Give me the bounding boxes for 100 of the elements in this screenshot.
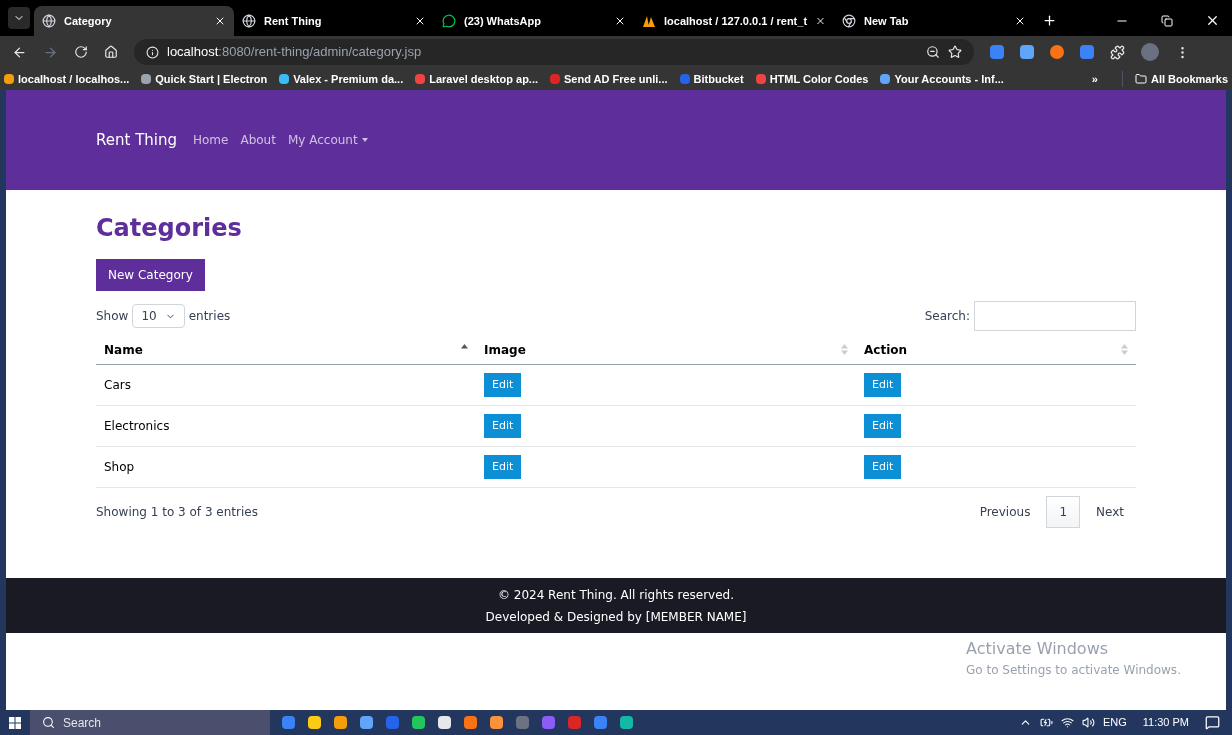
tab-title: New Tab — [864, 13, 910, 29]
table-cell-text: Cars — [103, 377, 132, 394]
tab-title: (23) WhatsApp — [464, 13, 542, 29]
bookmark-item[interactable]: Quick Start | Electron — [141, 70, 268, 88]
activation-title: Activate Windows — [966, 638, 1110, 660]
table-info: Showing 1 to 3 of 3 entries — [96, 504, 259, 521]
language-indicator[interactable]: ENG — [1102, 714, 1127, 731]
clock[interactable]: 11:30 PM — [1142, 714, 1189, 731]
search-icon — [42, 716, 55, 729]
more-bookmarks-button[interactable]: » — [1091, 70, 1098, 88]
nav-link[interactable]: Home — [193, 131, 229, 149]
app-icon[interactable] — [490, 716, 503, 729]
search-label: Search: — [924, 308, 970, 325]
edit-button[interactable]: Edit — [484, 414, 522, 438]
browser-tab[interactable]: Category — [34, 6, 234, 36]
taskbar-search[interactable]: Search — [30, 710, 270, 735]
close-icon[interactable] — [1014, 15, 1026, 27]
show-label: Show — [96, 308, 129, 325]
app-icon[interactable] — [334, 716, 347, 729]
close-icon[interactable] — [214, 15, 226, 27]
edit-button[interactable]: Edit — [864, 373, 902, 397]
tab-menu-button[interactable] — [8, 7, 30, 29]
app-icon[interactable] — [308, 716, 321, 729]
nav-link[interactable]: My Account — [287, 131, 368, 149]
reload-icon[interactable] — [74, 45, 88, 59]
chrome-icon — [842, 14, 856, 28]
bookmark-star-icon[interactable] — [948, 45, 962, 59]
table-cell-text: Electronics — [103, 418, 171, 435]
browser-tab[interactable]: Rent Thing — [234, 6, 434, 36]
globe-icon — [242, 14, 256, 28]
new-category-button[interactable]: New Category — [96, 259, 205, 291]
back-icon[interactable] — [12, 44, 27, 60]
pagination-button[interactable]: Next — [1084, 496, 1136, 528]
brand-link[interactable]: Rent Thing — [96, 128, 177, 152]
footer-text: Developed & Designed by [MEMBER NAME] — [485, 608, 747, 626]
url-text: localhost:8080/rent-thing/admin/category.jsp — [167, 43, 423, 62]
tab-title: Category — [64, 13, 113, 29]
extension-icon[interactable] — [1020, 45, 1034, 59]
app-icon[interactable] — [464, 716, 477, 729]
info-icon[interactable] — [146, 45, 159, 59]
activation-text: Go to Settings to activate Windows. — [966, 662, 1182, 679]
app-icon[interactable] — [594, 716, 607, 729]
bookmark-item[interactable]: Send AD Free unli... — [550, 70, 668, 88]
nav-link[interactable]: About — [240, 131, 276, 149]
battery-icon[interactable] — [1039, 716, 1053, 729]
pagination-button[interactable]: Previous — [967, 496, 1043, 528]
close-icon[interactable] — [614, 15, 626, 27]
pagination-button[interactable]: 1 — [1046, 496, 1081, 528]
all-bookmarks-button[interactable]: All Bookmarks — [1121, 70, 1228, 88]
close-icon[interactable] — [414, 15, 426, 27]
folder-icon — [1134, 73, 1147, 85]
edit-button[interactable]: Edit — [484, 455, 522, 479]
column-header[interactable]: Action — [856, 335, 1136, 364]
column-header[interactable]: Image — [476, 335, 856, 364]
windows-icon — [9, 716, 21, 729]
tab-title: Rent Thing — [264, 13, 323, 29]
wifi-icon[interactable] — [1060, 716, 1074, 729]
new-tab-icon[interactable] — [1042, 13, 1057, 28]
search-field[interactable] — [974, 301, 1136, 331]
caret-icon — [361, 138, 368, 142]
column-header[interactable]: Name — [96, 335, 476, 364]
bookmark-item[interactable]: Your Accounts - Inf... — [880, 70, 1004, 88]
close-window-icon[interactable] — [1205, 13, 1220, 28]
browser-tab[interactable]: localhost / 127.0.0.1 / rent_t — [634, 6, 834, 36]
tab-title: localhost / 127.0.0.1 / rent_t — [664, 13, 808, 29]
profile-avatar[interactable] — [1141, 43, 1159, 61]
footer-text: © 2024 Rent Thing. All rights reserved. — [497, 586, 735, 604]
bookmark-item[interactable]: Valex - Premium da... — [279, 70, 404, 88]
edit-button[interactable]: Edit — [484, 373, 522, 397]
browser-tab[interactable]: (23) WhatsApp — [434, 6, 634, 36]
notifications-icon[interactable] — [1205, 715, 1220, 730]
page-title: Categories — [96, 213, 243, 244]
bookmark-item[interactable]: HTML Color Codes — [755, 70, 869, 88]
extensions-icon[interactable] — [1110, 44, 1125, 60]
globe-icon — [42, 14, 56, 28]
edit-button[interactable]: Edit — [864, 455, 902, 479]
forward-icon[interactable] — [43, 44, 58, 60]
app-icon[interactable] — [620, 716, 633, 729]
browser-tab[interactable]: New Tab — [834, 6, 1034, 36]
sail-icon — [642, 14, 656, 28]
extension-icon[interactable] — [1050, 45, 1064, 59]
restore-icon[interactable] — [1161, 15, 1173, 27]
bookmark-item[interactable]: Laravel desktop ap... — [415, 70, 539, 88]
bookmark-item[interactable]: Bitbucket — [679, 70, 744, 88]
entries-label: entries — [188, 308, 231, 325]
app-icon[interactable] — [360, 716, 373, 729]
bookmark-item[interactable]: localhost / localhos... — [4, 70, 130, 88]
zoom-icon[interactable] — [926, 45, 940, 59]
app-icon[interactable] — [282, 716, 295, 729]
app-icon[interactable] — [412, 716, 425, 729]
address-field[interactable]: localhost:8080/rent-thing/admin/category.jsp — [134, 39, 974, 65]
extension-icon[interactable] — [990, 45, 1004, 59]
chat-icon — [442, 14, 456, 28]
app-icon[interactable] — [438, 716, 451, 729]
entries-select[interactable]: 10 — [132, 304, 185, 328]
volume-icon[interactable] — [1081, 716, 1095, 729]
table-cell-text: Shop — [103, 459, 136, 476]
home-icon[interactable] — [104, 45, 118, 59]
edit-button[interactable]: Edit — [864, 414, 902, 438]
extension-icon[interactable] — [1080, 45, 1094, 59]
